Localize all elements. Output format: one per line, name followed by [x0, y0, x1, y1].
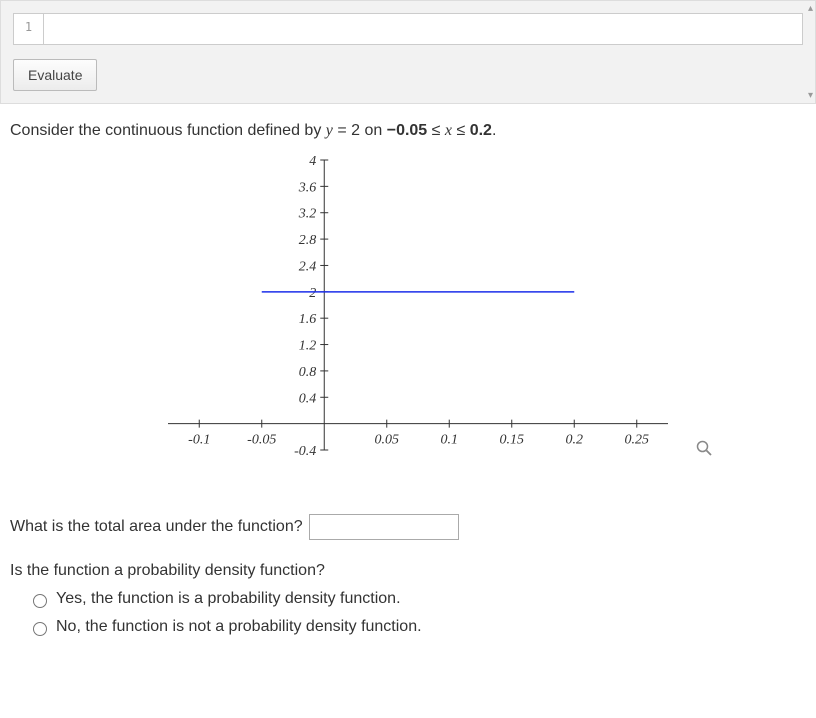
leq2: ≤ [456, 122, 469, 139]
area-question-text: What is the total area under the functio… [10, 518, 303, 536]
content-area: Consider the continuous function defined… [0, 104, 816, 656]
radio-yes-label: Yes, the function is a probability densi… [56, 590, 401, 608]
svg-text:1.6: 1.6 [299, 312, 317, 327]
line-number: 1 [13, 13, 43, 45]
svg-text:-0.1: -0.1 [188, 433, 210, 448]
svg-text:0.15: 0.15 [500, 433, 525, 448]
svg-text:2.4: 2.4 [299, 259, 317, 274]
scroll-up-icon[interactable]: ▴ [808, 3, 813, 14]
svg-text:-0.4: -0.4 [294, 444, 316, 459]
eq-y: y [326, 122, 333, 139]
prompt-text: Consider the continuous function defined… [10, 122, 806, 140]
svg-text:0.8: 0.8 [299, 365, 317, 380]
prompt-on: on [364, 122, 386, 139]
x-var: x [445, 122, 452, 139]
pdf-question-text: Is the function a probability density fu… [10, 562, 806, 580]
domain-hi: 0.2 [470, 122, 492, 139]
code-panel: ▴ 1 Evaluate ▾ [0, 0, 816, 104]
radio-no[interactable] [33, 622, 47, 636]
radio-yes[interactable] [33, 594, 47, 608]
evaluate-button[interactable]: Evaluate [13, 59, 97, 91]
svg-text:2: 2 [309, 286, 316, 301]
area-question-row: What is the total area under the functio… [10, 514, 806, 540]
code-row: 1 [13, 13, 803, 45]
svg-text:0.25: 0.25 [625, 433, 650, 448]
prompt-prefix: Consider the continuous function defined… [10, 122, 326, 139]
radio-no-label: No, the function is not a probability de… [56, 618, 422, 636]
svg-text:3.6: 3.6 [298, 180, 317, 195]
area-input[interactable] [309, 514, 459, 540]
chart: -0.4 0.4 0.8 1.2 1.6 2 2.4 2.8 3.2 3.6 4 -0.1 -0.05 0… [128, 150, 688, 490]
code-input[interactable] [43, 13, 803, 45]
svg-text:0.05: 0.05 [375, 433, 400, 448]
leq1: ≤ [432, 122, 445, 139]
eq-mid: = 2 [333, 122, 360, 139]
svg-text:0.4: 0.4 [299, 391, 317, 406]
svg-text:2.8: 2.8 [299, 233, 317, 248]
zoom-icon[interactable] [696, 440, 712, 460]
domain-lo: −0.05 [387, 122, 427, 139]
svg-text:0.2: 0.2 [566, 433, 584, 448]
svg-text:-0.05: -0.05 [247, 433, 276, 448]
svg-text:4: 4 [309, 154, 316, 169]
svg-text:0.1: 0.1 [441, 433, 459, 448]
radio-yes-row[interactable]: Yes, the function is a probability densi… [28, 590, 806, 608]
svg-text:1.2: 1.2 [299, 339, 317, 354]
scroll-down-icon[interactable]: ▾ [808, 90, 813, 101]
radio-no-row[interactable]: No, the function is not a probability de… [28, 618, 806, 636]
period: . [492, 122, 496, 139]
chart-svg: -0.4 0.4 0.8 1.2 1.6 2 2.4 2.8 3.2 3.6 4 -0.1 -0.05 0… [128, 150, 688, 490]
svg-text:3.2: 3.2 [298, 207, 317, 222]
